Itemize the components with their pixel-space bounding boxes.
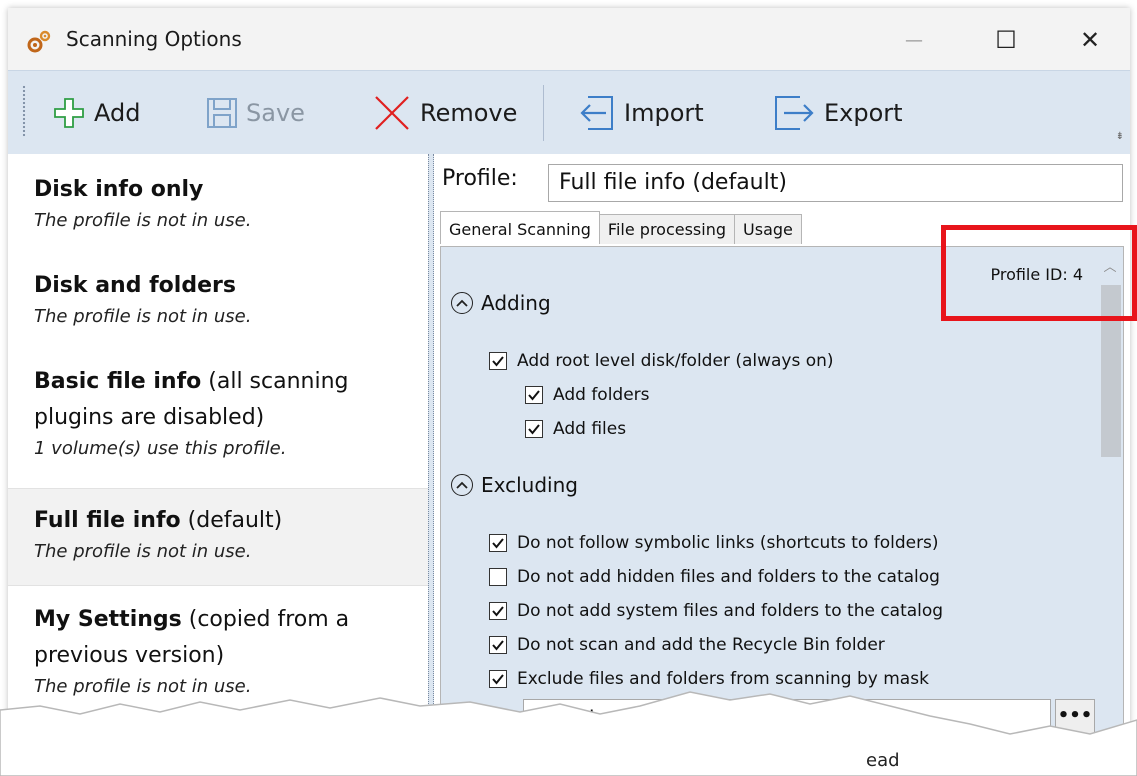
highlight-box — [941, 225, 1137, 321]
checkbox-label: Add root level disk/folder (always on) — [517, 351, 834, 371]
tab-bar: General Scanning File processing Usage — [440, 211, 802, 244]
add-label: Add — [94, 99, 141, 127]
checkbox-checked-icon[interactable] — [525, 386, 543, 404]
profile-status: The profile is not in use. — [34, 306, 252, 327]
title-bar: Scanning Options — ☐ ✕ — [8, 8, 1130, 70]
checkbox-add-files[interactable]: Add files — [525, 419, 626, 439]
checkbox-no-symlinks[interactable]: Do not follow symbolic links (shortcuts … — [489, 533, 939, 553]
app-icon — [27, 30, 51, 53]
checkbox-checked-icon[interactable] — [489, 636, 507, 654]
maximize-icon: ☐ — [995, 26, 1017, 54]
window-title: Scanning Options — [66, 27, 242, 51]
export-icon — [775, 96, 814, 130]
save-button[interactable]: Save — [206, 87, 305, 139]
remove-icon — [375, 96, 409, 130]
checkbox-unchecked-icon[interactable] — [489, 568, 507, 586]
checkbox-label: Do not add system files and folders to t… — [517, 601, 944, 621]
checkbox-label: Exclude files and folders from scanning … — [517, 669, 929, 689]
export-button[interactable]: Export — [772, 87, 903, 139]
save-label: Save — [246, 99, 305, 127]
profile-status: The profile is not in use. — [34, 210, 252, 231]
close-button[interactable]: ✕ — [1060, 20, 1120, 60]
profile-name: Disk and folders — [34, 273, 236, 298]
export-label: Export — [824, 99, 903, 127]
collapse-icon[interactable] — [451, 474, 473, 496]
excluding-section-header[interactable]: Excluding — [451, 473, 578, 497]
profile-item[interactable]: My Settings (copied from a previous vers… — [8, 602, 428, 700]
checkbox-no-recycle-bin[interactable]: Do not scan and add the Recycle Bin fold… — [489, 635, 885, 655]
scanning-options-window: Scanning Options — ☐ ✕ Add Save Remove I… — [8, 8, 1130, 760]
excluding-title: Excluding — [481, 473, 578, 497]
profile-item-selected[interactable]: Full file info (default) The profile is … — [8, 488, 428, 586]
checkbox-label: Add files — [553, 419, 627, 439]
checkbox-no-system[interactable]: Do not add system files and folders to t… — [489, 601, 943, 621]
general-scanning-panel: Profile ID: 4 Adding Add root level disk… — [440, 246, 1124, 760]
checkbox-checked-icon[interactable] — [525, 420, 543, 438]
toolbar-overflow-icon[interactable]: ⇟ — [1116, 131, 1124, 142]
toolbar-grip[interactable] — [22, 85, 26, 137]
import-button[interactable]: Import — [576, 87, 704, 139]
profile-name: My Settings — [34, 607, 182, 632]
checkbox-label: Do not add hidden files and folders to t… — [517, 567, 940, 587]
tab-file-processing[interactable]: File processing — [598, 214, 736, 244]
checkbox-add-root[interactable]: Add root level disk/folder (always on) — [489, 351, 834, 371]
close-icon: ✕ — [1079, 26, 1101, 54]
checkbox-exclude-mask[interactable]: Exclude files and folders from scanning … — [489, 669, 929, 689]
profile-name: Disk info only — [34, 177, 204, 202]
remove-label: Remove — [420, 99, 518, 127]
checkbox-checked-icon[interactable] — [489, 602, 507, 620]
checkbox-no-hidden[interactable]: Do not add hidden files and folders to t… — [489, 567, 940, 587]
maximize-button[interactable]: ☐ — [976, 20, 1036, 60]
torn-edge — [0, 691, 1137, 776]
import-label: Import — [624, 99, 704, 127]
toolbar: Add Save Remove Import Export ⇟ — [8, 70, 1130, 156]
checkbox-checked-icon[interactable] — [489, 670, 507, 688]
profile-name: Basic file info — [34, 369, 202, 394]
minimize-icon: — — [905, 29, 923, 51]
save-icon — [207, 98, 237, 128]
clipped-text-fragment: ead — [866, 750, 900, 771]
add-icon — [54, 98, 84, 128]
minimize-button[interactable]: — — [884, 20, 944, 60]
profile-status: The profile is not in use. — [34, 541, 252, 562]
vertical-scrollbar[interactable]: ︿ — [1097, 247, 1123, 759]
checkbox-checked-icon[interactable] — [489, 352, 507, 370]
checkbox-label: Do not scan and add the Recycle Bin fold… — [517, 635, 885, 655]
checkbox-add-folders[interactable]: Add folders — [525, 385, 650, 405]
profile-item[interactable]: Disk info only The profile is not in use… — [8, 172, 428, 234]
profile-label: Profile: — [442, 166, 518, 191]
tab-usage[interactable]: Usage — [734, 214, 802, 244]
remove-button[interactable]: Remove — [372, 87, 517, 139]
profile-list: Disk info only The profile is not in use… — [8, 154, 428, 760]
adding-section-header[interactable]: Adding — [451, 291, 551, 315]
add-button[interactable]: Add — [52, 87, 140, 139]
profile-item[interactable]: Disk and folders The profile is not in u… — [8, 268, 428, 330]
profile-status: 1 volume(s) use this profile. — [34, 438, 287, 459]
profile-name: Full file info — [34, 508, 181, 533]
import-icon — [580, 96, 613, 130]
collapse-icon[interactable] — [451, 292, 473, 314]
profile-item[interactable]: Basic file info (all scanning plugins ar… — [8, 364, 428, 462]
checkbox-label: Do not follow symbolic links (shortcuts … — [517, 533, 939, 553]
tab-general-scanning[interactable]: General Scanning — [440, 211, 600, 244]
checkbox-label: Add folders — [553, 385, 650, 405]
adding-title: Adding — [481, 291, 551, 315]
checkbox-checked-icon[interactable] — [489, 534, 507, 552]
toolbar-separator — [543, 85, 544, 141]
profile-name-input[interactable]: Full file info (default) — [548, 164, 1123, 202]
